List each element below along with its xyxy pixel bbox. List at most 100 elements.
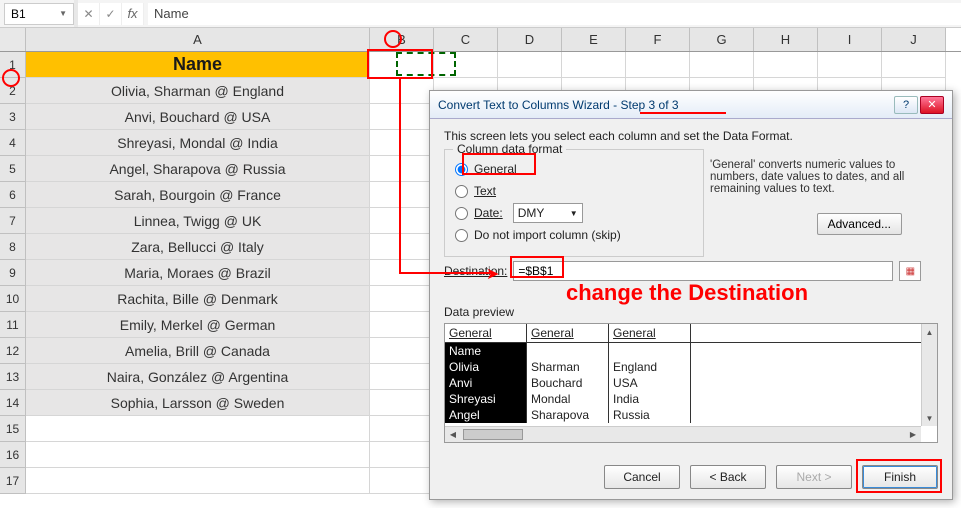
arrow-left-icon[interactable]: ◀ [445,427,461,442]
arrow-up-icon[interactable]: ▲ [926,324,934,340]
cell-I1[interactable] [818,52,882,78]
cell-A12[interactable]: Amelia, Brill @ Canada [26,338,370,364]
back-button[interactable]: < Back [690,465,766,489]
preview-col-header[interactable]: General [609,324,691,342]
cell-B7[interactable] [370,208,434,234]
row-header-5[interactable]: 5 [0,156,26,182]
cell-B6[interactable] [370,182,434,208]
row-header-8[interactable]: 8 [0,234,26,260]
row-header-13[interactable]: 13 [0,364,26,390]
cell-B5[interactable] [370,156,434,182]
general-help-text: 'General' converts numeric values to num… [710,159,938,195]
cell-F1[interactable] [626,52,690,78]
cell-A11[interactable]: Emily, Merkel @ German [26,312,370,338]
cell-A4[interactable]: Shreyasi, Mondal @ India [26,130,370,156]
cell-A1[interactable]: Name [26,52,370,78]
close-button[interactable]: ✕ [920,96,944,114]
col-header-G[interactable]: G [690,28,754,51]
range-selector-button[interactable]: ▦ [899,261,921,281]
cell-A9[interactable]: Maria, Moraes @ Brazil [26,260,370,286]
help-button[interactable]: ? [894,96,918,114]
cell-J1[interactable] [882,52,946,78]
row-header-4[interactable]: 4 [0,130,26,156]
row-header-17[interactable]: 17 [0,468,26,494]
cell-B1[interactable] [370,52,434,78]
cell-B9[interactable] [370,260,434,286]
col-header-B[interactable]: B [370,28,434,51]
cell-A5[interactable]: Angel, Sharapova @ Russia [26,156,370,182]
radio-date[interactable] [455,207,468,220]
radio-general[interactable] [455,163,468,176]
row-header-12[interactable]: 12 [0,338,26,364]
advanced-button[interactable]: Advanced... [817,213,902,235]
date-format-combo[interactable]: DMY ▼ [513,203,583,223]
cell-C1[interactable] [434,52,498,78]
col-header-F[interactable]: F [626,28,690,51]
cell-A17[interactable] [26,468,370,494]
radio-text[interactable] [455,185,468,198]
cell-B10[interactable] [370,286,434,312]
enter-fx-button[interactable]: ✓ [100,3,122,25]
formula-bar-input[interactable] [148,3,961,25]
preview-col-header[interactable]: General [445,324,527,342]
preview-hscroll[interactable]: ◀ ▶ [445,426,921,442]
row-header-10[interactable]: 10 [0,286,26,312]
preview-vscroll[interactable]: ▲ ▼ [921,324,937,426]
cell-B15[interactable] [370,416,434,442]
radio-skip[interactable] [455,229,468,242]
row-header-6[interactable]: 6 [0,182,26,208]
col-header-E[interactable]: E [562,28,626,51]
arrow-down-icon[interactable]: ▼ [926,410,934,426]
cell-A16[interactable] [26,442,370,468]
cancel-fx-button[interactable]: ✕ [78,3,100,25]
cell-B16[interactable] [370,442,434,468]
arrow-right-icon[interactable]: ▶ [905,427,921,442]
cell-A8[interactable]: Zara, Bellucci @ Italy [26,234,370,260]
cell-A10[interactable]: Rachita, Bille @ Denmark [26,286,370,312]
destination-input[interactable] [513,261,893,281]
chevron-down-icon[interactable]: ▼ [59,9,67,18]
cell-B4[interactable] [370,130,434,156]
cell-B3[interactable] [370,104,434,130]
row-header-2[interactable]: 2 [0,78,26,104]
row-header-7[interactable]: 7 [0,208,26,234]
cell-B17[interactable] [370,468,434,494]
cell-D1[interactable] [498,52,562,78]
col-header-H[interactable]: H [754,28,818,51]
scroll-thumb[interactable] [463,429,523,440]
row-header-16[interactable]: 16 [0,442,26,468]
cell-A13[interactable]: Naira, González @ Argentina [26,364,370,390]
row-header-11[interactable]: 11 [0,312,26,338]
cell-G1[interactable] [690,52,754,78]
col-header-D[interactable]: D [498,28,562,51]
row-header-3[interactable]: 3 [0,104,26,130]
cell-B11[interactable] [370,312,434,338]
select-all-corner[interactable] [0,28,26,51]
cell-H1[interactable] [754,52,818,78]
fx-button[interactable]: fx [122,3,144,25]
col-header-J[interactable]: J [882,28,946,51]
cell-B13[interactable] [370,364,434,390]
preview-col-header[interactable]: General [527,324,609,342]
cell-A14[interactable]: Sophia, Larsson @ Sweden [26,390,370,416]
row-header-15[interactable]: 15 [0,416,26,442]
name-box[interactable]: B1 ▼ [4,3,74,25]
cell-B12[interactable] [370,338,434,364]
cell-B14[interactable] [370,390,434,416]
finish-button[interactable]: Finish [862,465,938,489]
cancel-button[interactable]: Cancel [604,465,680,489]
col-header-A[interactable]: A [26,28,370,51]
cell-E1[interactable] [562,52,626,78]
cell-A3[interactable]: Anvi, Bouchard @ USA [26,104,370,130]
row-header-9[interactable]: 9 [0,260,26,286]
cell-A2[interactable]: Olivia, Sharman @ England [26,78,370,104]
row-header-14[interactable]: 14 [0,390,26,416]
col-header-I[interactable]: I [818,28,882,51]
cell-A15[interactable] [26,416,370,442]
cell-B8[interactable] [370,234,434,260]
col-header-C[interactable]: C [434,28,498,51]
row-header-1[interactable]: 1 [0,52,26,78]
cell-A6[interactable]: Sarah, Bourgoin @ France [26,182,370,208]
cell-A7[interactable]: Linnea, Twigg @ UK [26,208,370,234]
cell-B2[interactable] [370,78,434,104]
